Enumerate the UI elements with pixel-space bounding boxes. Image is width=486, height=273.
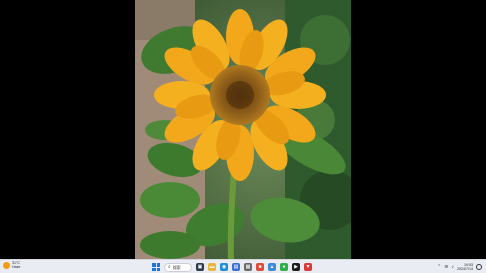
- clock-date: 2024/7/14: [457, 267, 473, 271]
- vpn-app-icon[interactable]: ▼: [304, 263, 312, 271]
- pinned-apps: ▣ ▬ ◉ ▤ ▦ ■ ▲ ● ▶ ▼: [196, 263, 312, 271]
- start-button[interactable]: [152, 263, 160, 271]
- search-icon: ⌕: [168, 263, 171, 270]
- notification-icon[interactable]: [476, 264, 482, 270]
- wechat-icon[interactable]: ●: [280, 263, 288, 271]
- xbox-icon[interactable]: ▦: [244, 263, 252, 271]
- sun-icon: [3, 262, 10, 269]
- photo-viewer: [0, 0, 486, 259]
- search-label: 搜索: [172, 264, 181, 270]
- weather-condition: Haze: [12, 265, 21, 269]
- file-explorer-icon[interactable]: ▬: [208, 263, 216, 271]
- taskbar: 31°C Haze ⌕ 搜索 ▣ ▬ ◉ ▤ ▦ ■ ▲ ● ▶ ▼ ⌃ ≋ ♪ 19:53 20…: [0, 259, 486, 273]
- media-player-icon[interactable]: ▶: [292, 263, 300, 271]
- edge-browser-icon[interactable]: ◉: [220, 263, 228, 271]
- sunflower-photo: [135, 0, 351, 259]
- task-view-icon[interactable]: ▣: [196, 263, 204, 271]
- taskbar-center: ⌕ 搜索 ▣ ▬ ◉ ▤ ▦ ■ ▲ ● ▶ ▼: [152, 261, 312, 273]
- weather-widget[interactable]: 31°C Haze: [3, 261, 20, 269]
- store-icon[interactable]: ▤: [232, 263, 240, 271]
- sunflower-image: [135, 0, 351, 259]
- photos-icon[interactable]: ▲: [268, 263, 276, 271]
- wifi-icon[interactable]: ≋: [444, 264, 448, 270]
- system-tray: ⌃ ≋ ♪ 19:53 2024/7/14: [437, 261, 482, 273]
- red-app-icon[interactable]: ■: [256, 263, 264, 271]
- volume-icon[interactable]: ♪: [452, 264, 455, 270]
- search-box[interactable]: ⌕ 搜索: [164, 262, 192, 272]
- chevron-up-icon[interactable]: ⌃: [437, 264, 441, 270]
- clock[interactable]: 19:53 2024/7/14: [457, 263, 473, 271]
- windows-logo-icon: [152, 263, 156, 267]
